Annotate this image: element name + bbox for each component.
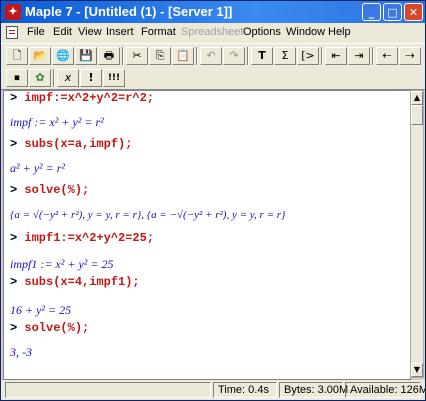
execute-all-button[interactable]: !!! [103, 69, 125, 87]
print-icon[interactable]: 🖶 [98, 47, 120, 65]
input-line[interactable]: > subs(x=4,impf1); [10, 275, 140, 289]
menu-insert[interactable]: Insert [106, 26, 134, 38]
math-mode-button[interactable]: Σ [274, 47, 296, 65]
toolbar-separator [196, 47, 198, 65]
menu-view[interactable]: View [78, 26, 102, 38]
input-line[interactable]: > subs(x=a,impf); [10, 137, 132, 151]
redo-icon[interactable]: ↷ [223, 47, 245, 65]
status-available: Available: 126M [345, 382, 425, 398]
title-bar: ✦ Maple 7 - [Untitled (1) - [Server 1]] … [1, 1, 425, 23]
new-file-icon[interactable]: 🗋 [6, 47, 28, 65]
stop-icon[interactable]: ⏹ [6, 69, 28, 87]
indent-icon[interactable]: ⇥ [348, 47, 370, 65]
cut-icon[interactable]: ✂ [126, 47, 148, 65]
toolbar-separator [372, 47, 374, 65]
output-line: 16 + y² = 25 [10, 303, 72, 317]
output-line: 3, -3 [10, 345, 32, 359]
open-url-icon[interactable]: 🌐 [52, 47, 74, 65]
maple-leaf-icon: ✦ [5, 4, 21, 20]
output-line: {a = √(−y² + r²), y = y, r = r}, {a = −√… [10, 209, 286, 221]
status-time: Time: 0.4s [213, 382, 277, 398]
status-message [5, 382, 211, 398]
execute-button[interactable]: ! [80, 69, 102, 87]
forward-icon[interactable]: ⇢ [399, 47, 421, 65]
maximize-button[interactable]: □ [383, 3, 402, 21]
maple-window: ✦ Maple 7 - [Untitled (1) - [Server 1]] … [0, 0, 426, 401]
input-line[interactable]: > impf1:=x^2+y^2=25; [10, 231, 154, 245]
output-line: impf := x² + y² = r² [10, 115, 104, 129]
menu-help[interactable]: Help [328, 26, 351, 38]
vertical-scrollbar[interactable]: ▲ ▼ [410, 90, 424, 378]
text-mode-button[interactable]: T [251, 47, 273, 65]
window-title: Maple 7 - [Untitled (1) - [Server 1]] [25, 4, 233, 19]
maple-leaf-icon[interactable]: ✿ [29, 69, 51, 87]
output-line: impf1 := x² + y² = 25 [10, 257, 114, 271]
menu-edit[interactable]: Edit [53, 26, 72, 38]
menu-spreadsheet: Spreadsheet [181, 26, 244, 38]
menu-bar: File Edit View Insert Format Spreadsheet… [1, 23, 425, 43]
toolbar-separator [247, 47, 249, 65]
undo-icon[interactable]: ↶ [200, 47, 222, 65]
scroll-thumb[interactable] [411, 105, 423, 125]
close-button[interactable]: ✕ [404, 3, 423, 21]
outdent-icon[interactable]: ⇤ [325, 47, 347, 65]
scroll-down-icon[interactable]: ▼ [411, 363, 423, 377]
menu-file[interactable]: File [27, 26, 45, 38]
toolbar-separator [53, 69, 55, 87]
execution-group-icon[interactable]: [> [297, 47, 319, 65]
toggle-math-button[interactable]: x [57, 69, 79, 87]
toolbar-separator [321, 47, 323, 65]
input-line[interactable]: > solve(%); [10, 321, 89, 335]
scroll-up-icon[interactable]: ▲ [411, 91, 423, 105]
status-bytes: Bytes: 3.00M [279, 382, 348, 398]
status-bar: Time: 0.4s Bytes: 3.00M Available: 126M [1, 380, 425, 400]
menu-window[interactable]: Window [286, 26, 325, 38]
output-line: a² + y² = r² [10, 161, 65, 175]
copy-icon[interactable]: ⎘ [149, 47, 171, 65]
menu-format[interactable]: Format [141, 26, 176, 38]
document-icon[interactable] [6, 26, 18, 39]
worksheet[interactable]: > impf:=x^2+y^2=r^2; impf := x² + y² = r… [3, 90, 411, 380]
toolbar-separator [122, 47, 124, 65]
menu-options[interactable]: Options [243, 26, 281, 38]
open-file-icon[interactable]: 📂 [29, 47, 51, 65]
save-icon[interactable]: 💾 [75, 47, 97, 65]
main-toolbar: 🗋 📂 🌐 💾 🖶 ✂ ⎘ 📋 ↶ ↷ T Σ [> ⇤ ⇥ ⇠ ⇢ [1, 43, 425, 68]
input-line[interactable]: > impf:=x^2+y^2=r^2; [10, 91, 154, 105]
context-toolbar: ⏹ ✿ x ! !!! [1, 67, 425, 90]
minimize-button[interactable]: _ [362, 3, 381, 21]
back-icon[interactable]: ⇠ [376, 47, 398, 65]
input-line[interactable]: > solve(%); [10, 183, 89, 197]
paste-icon[interactable]: 📋 [172, 47, 194, 65]
